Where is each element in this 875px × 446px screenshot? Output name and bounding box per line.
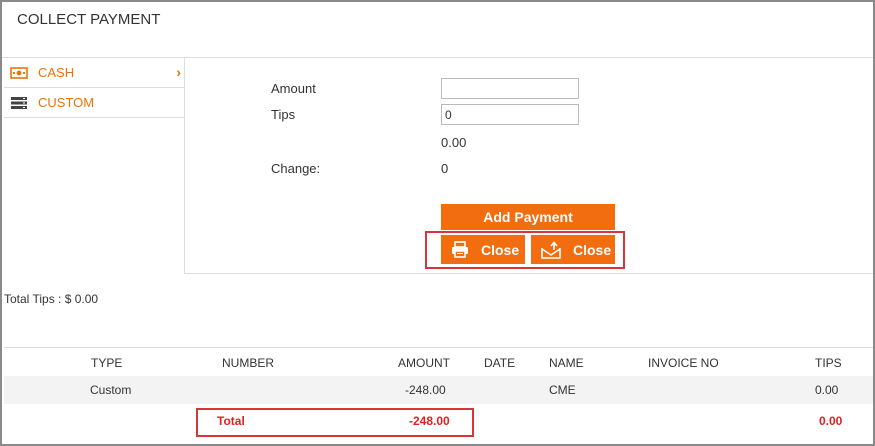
column-header-tips: TIPS <box>815 356 842 370</box>
change-value: 0 <box>441 161 449 176</box>
close-print-label: Close <box>481 241 520 258</box>
close-print-button[interactable]: Close <box>441 235 525 264</box>
close-send-label: Close <box>573 241 612 258</box>
tips-label: Tips <box>271 107 296 122</box>
printer-icon <box>451 241 469 258</box>
table-top-border <box>4 347 873 348</box>
column-header-name: NAME <box>549 356 584 370</box>
payment-method-sidebar: CASH › CUSTOM <box>4 58 184 118</box>
total-tips-value: 0.00 <box>819 414 843 428</box>
chevron-right-icon: › <box>176 64 181 80</box>
cash-icon <box>9 66 29 80</box>
column-header-date: DATE <box>484 356 516 370</box>
sidebar-item-label: CASH <box>38 65 75 80</box>
sidebar-item-cash[interactable]: CASH › <box>4 58 184 88</box>
total-tips: Total Tips : $ 0.00 <box>4 292 99 306</box>
total-label: Total <box>217 414 245 428</box>
amount-input[interactable] <box>441 78 579 99</box>
column-header-type: TYPE <box>91 356 123 370</box>
column-header-number: NUMBER <box>222 356 275 370</box>
cell-tips: 0.00 <box>815 383 839 397</box>
tips-input[interactable] <box>441 104 579 125</box>
subtotal-value: 0.00 <box>441 135 467 150</box>
close-send-button[interactable]: Close <box>531 235 615 264</box>
server-stack-icon <box>9 96 29 110</box>
cell-amount: -248.00 <box>405 383 446 397</box>
amount-label: Amount <box>271 81 316 96</box>
change-label: Change: <box>271 161 321 176</box>
total-amount: -248.00 <box>409 414 450 428</box>
dialog-title: COLLECT PAYMENT <box>17 11 161 28</box>
add-payment-button[interactable]: Add Payment <box>441 204 615 230</box>
envelope-upload-icon <box>541 240 561 259</box>
sidebar-item-custom[interactable]: CUSTOM <box>4 88 184 118</box>
panel-bottom-divider <box>184 273 873 274</box>
cell-type: Custom <box>90 383 132 397</box>
column-header-amount: AMOUNT <box>398 356 450 370</box>
column-header-invoice-no: INVOICE NO <box>648 356 719 370</box>
sidebar-item-label: CUSTOM <box>38 95 95 110</box>
panel-divider <box>184 58 185 273</box>
cell-name: CME <box>549 383 576 397</box>
